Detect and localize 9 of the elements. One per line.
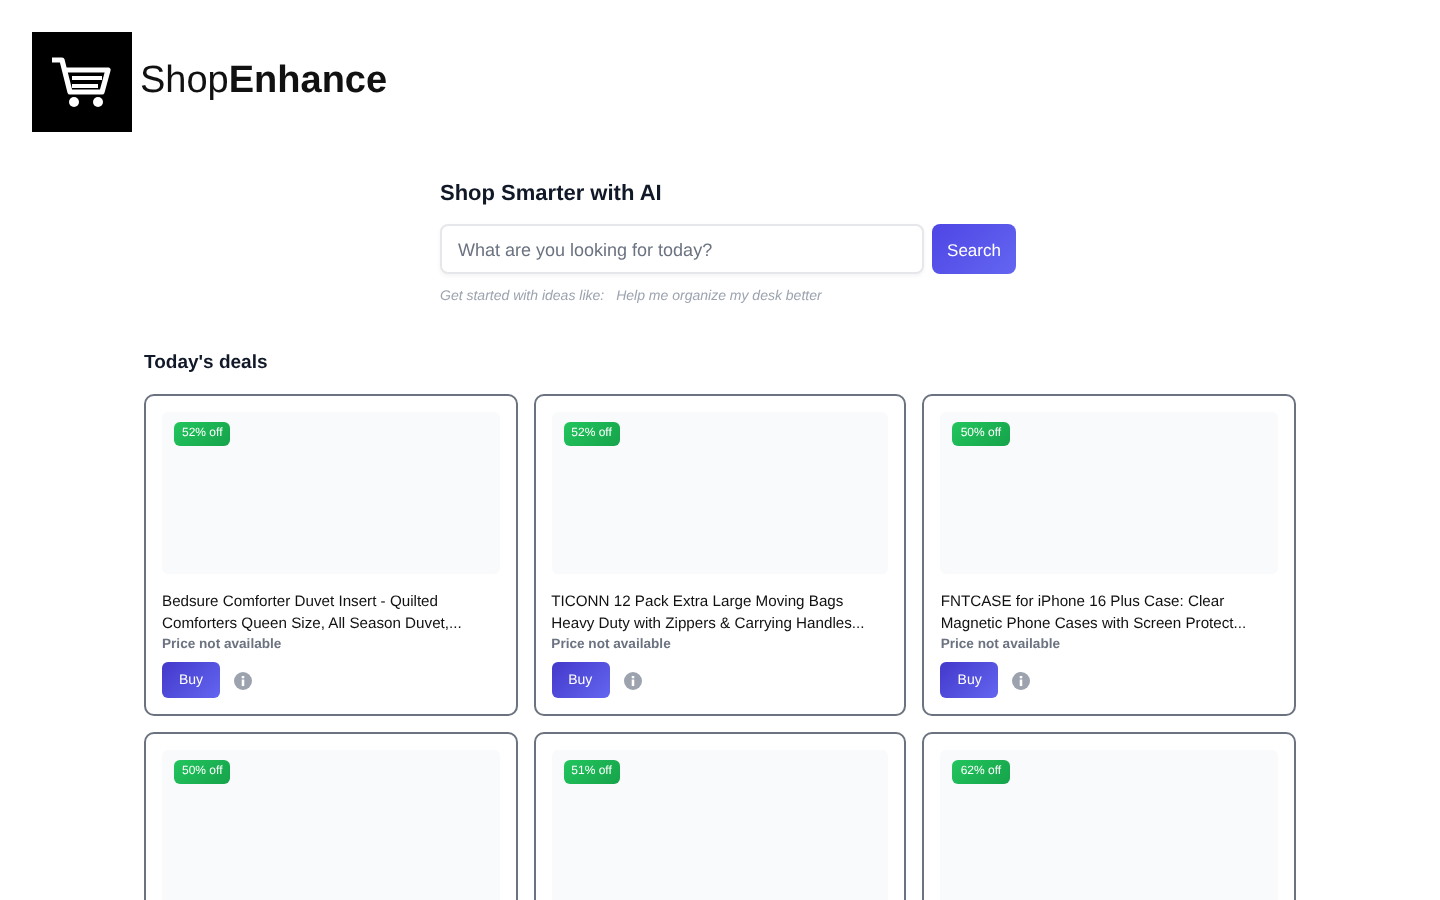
cart-logo-icon bbox=[32, 32, 132, 132]
info-icon[interactable] bbox=[234, 671, 252, 689]
info-icon[interactable] bbox=[623, 671, 642, 689]
search-heading: Shop Smarter with AI bbox=[440, 182, 664, 206]
section-heading: Today's deals bbox=[144, 352, 270, 374]
search-button[interactable]: Search bbox=[932, 224, 1016, 274]
brand-name: ShopEnhance bbox=[140, 60, 388, 104]
info-icon[interactable] bbox=[1012, 671, 1031, 689]
search-field[interactable]: What are you looking for today? bbox=[440, 224, 924, 274]
